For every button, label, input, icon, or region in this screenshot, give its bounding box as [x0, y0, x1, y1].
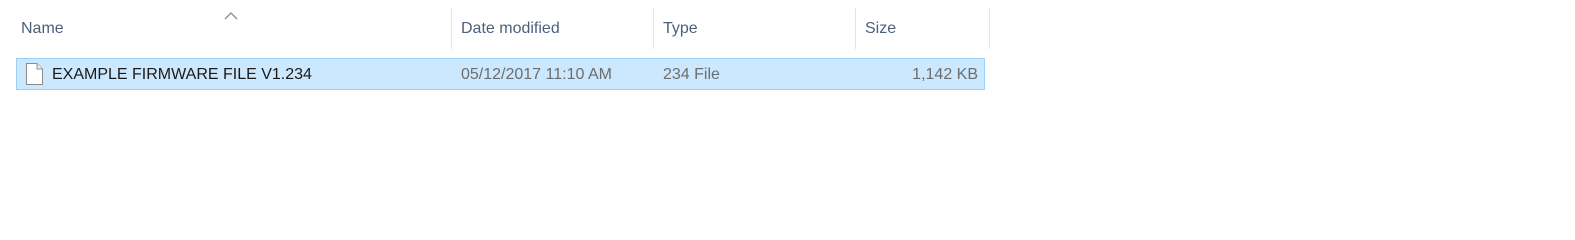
column-divider[interactable]	[451, 8, 452, 49]
file-name: EXAMPLE FIRMWARE FILE V1.234	[52, 66, 312, 83]
column-header-name[interactable]: Name	[13, 8, 451, 49]
column-divider[interactable]	[989, 8, 990, 49]
column-header-type[interactable]: Type	[655, 8, 855, 49]
column-header-size[interactable]: Size	[857, 8, 989, 49]
file-row-selected[interactable]: EXAMPLE FIRMWARE FILE V1.234 05/12/2017 …	[16, 58, 985, 90]
column-divider[interactable]	[653, 8, 654, 49]
document-icon	[26, 63, 43, 85]
column-header-date-modified[interactable]: Date modified	[453, 8, 653, 49]
column-header-row: Name Date modified Type Size	[0, 8, 995, 49]
file-size: 1,142 KB	[912, 66, 978, 83]
file-list-view: Name Date modified Type Size EXAMPLE FIR…	[0, 0, 1575, 224]
column-divider[interactable]	[855, 8, 856, 49]
file-date-modified: 05/12/2017 11:10 AM	[461, 66, 612, 83]
file-type: 234 File	[663, 66, 720, 83]
